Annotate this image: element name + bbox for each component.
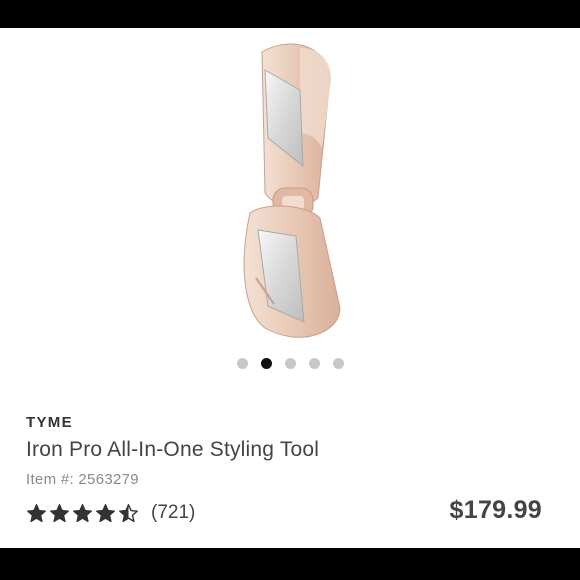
product-image[interactable] bbox=[0, 28, 580, 348]
carousel-dot[interactable] bbox=[236, 358, 248, 369]
carousel-dots bbox=[0, 358, 580, 369]
rating[interactable]: (721) bbox=[26, 502, 195, 524]
carousel-dot[interactable] bbox=[308, 358, 320, 369]
star-icon bbox=[27, 503, 46, 522]
carousel-dot[interactable] bbox=[260, 358, 272, 369]
half-star-icon bbox=[119, 503, 138, 522]
item-number: Item #: 2563279 bbox=[26, 471, 139, 488]
review-count[interactable]: (721) bbox=[151, 502, 195, 524]
star-icon bbox=[73, 503, 92, 522]
star-icon bbox=[50, 503, 69, 522]
star-icon bbox=[96, 503, 115, 522]
hair-styling-tool-image bbox=[243, 43, 341, 338]
product-screen: TYME Iron Pro All-In-One Styling Tool It… bbox=[0, 28, 580, 548]
brand-name[interactable]: TYME bbox=[26, 414, 73, 431]
carousel-dot[interactable] bbox=[332, 358, 344, 369]
carousel-dot[interactable] bbox=[284, 358, 296, 369]
price: $179.99 bbox=[449, 496, 542, 524]
product-title: Iron Pro All-In-One Styling Tool bbox=[26, 438, 320, 461]
star-rating bbox=[26, 503, 139, 524]
